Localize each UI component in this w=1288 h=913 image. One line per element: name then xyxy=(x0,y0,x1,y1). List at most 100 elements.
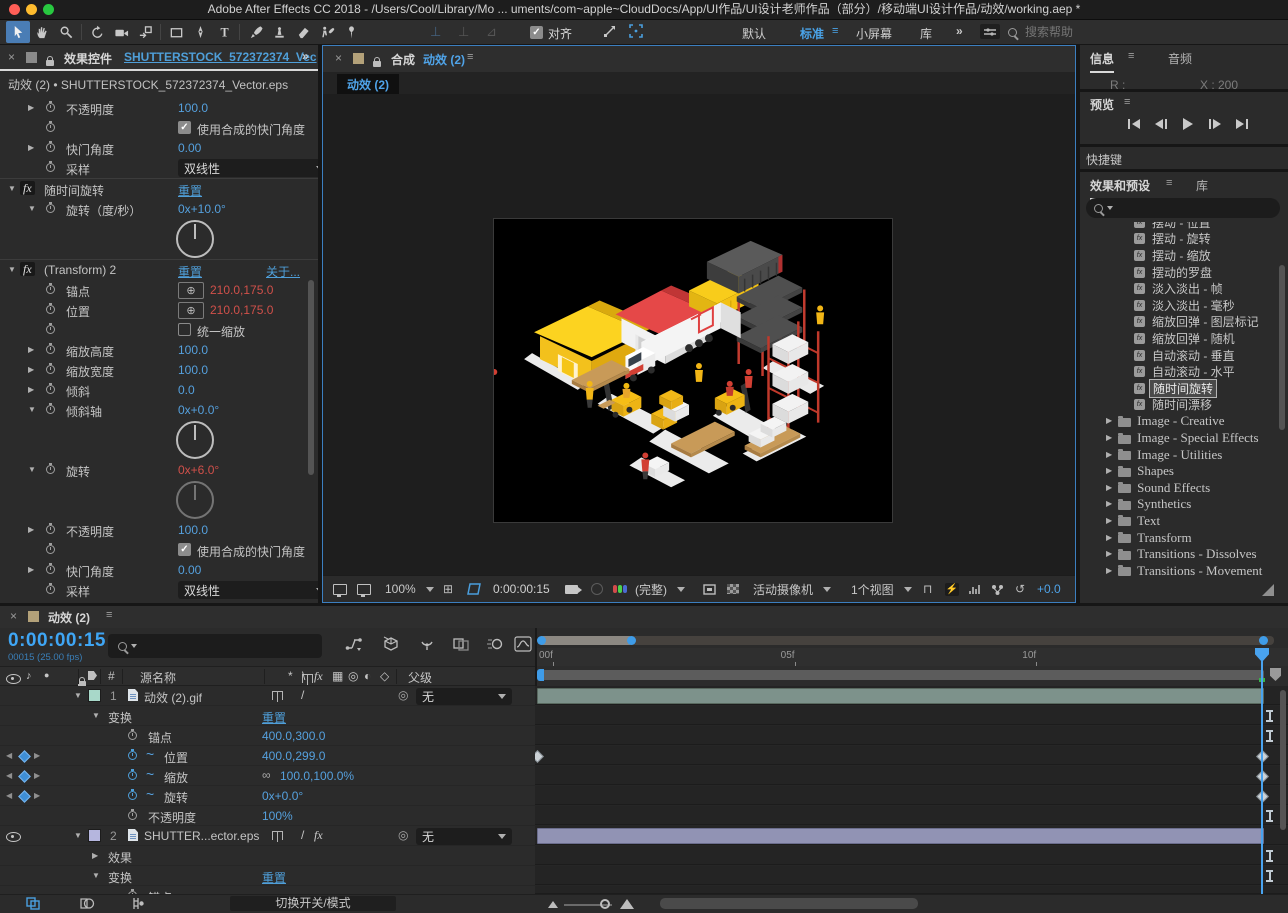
preset-item[interactable]: fx摆动 - 位置 xyxy=(1080,222,1288,231)
time-navigator-track[interactable] xyxy=(539,636,1274,645)
checkbox[interactable]: ✓ xyxy=(178,543,191,556)
parent-dropdown[interactable]: 无 xyxy=(416,688,512,705)
viewer-timecode[interactable]: 0:00:00:15 xyxy=(493,582,550,596)
close-panel-icon[interactable]: × xyxy=(8,50,15,64)
exposure-value[interactable]: +0.0 xyxy=(1037,582,1061,596)
row-track[interactable] xyxy=(535,726,1288,745)
row-track[interactable] xyxy=(535,686,1288,705)
expander-icon[interactable]: ▶ xyxy=(28,346,34,354)
next-keyframe-arrow[interactable]: ▶ xyxy=(34,791,40,800)
stopwatch-icon[interactable] xyxy=(46,385,55,394)
property-value[interactable]: 0.00 xyxy=(178,141,201,155)
channels-icon[interactable] xyxy=(613,585,627,593)
quality-switch-icon[interactable]: / xyxy=(301,828,304,842)
graph-toggle-icon[interactable]: ~ xyxy=(146,786,154,802)
viewer-tab[interactable]: 动效 (2) xyxy=(337,74,399,95)
stopwatch-icon[interactable] xyxy=(46,525,55,534)
fast-previews-icon[interactable]: ⚡ xyxy=(945,583,959,596)
work-area-start-handle[interactable] xyxy=(537,669,544,681)
last-frame-button[interactable] xyxy=(1230,116,1254,132)
timeline-search-input[interactable] xyxy=(139,638,303,654)
expander-icon[interactable]: ▶ xyxy=(28,366,34,374)
expander-icon[interactable]: ▼ xyxy=(28,205,36,213)
lock-icon[interactable] xyxy=(46,60,54,66)
expander-icon[interactable]: ▶ xyxy=(28,566,34,574)
stopwatch-icon[interactable] xyxy=(46,325,55,334)
expander-icon[interactable]: ▶ xyxy=(28,526,34,534)
layer-name[interactable]: 动效 (2).gif xyxy=(144,689,202,706)
stopwatch-icon[interactable] xyxy=(46,345,55,354)
region-of-interest-icon[interactable] xyxy=(467,583,481,595)
stopwatch-icon[interactable] xyxy=(128,791,137,800)
frame-blending-icon[interactable] xyxy=(452,636,470,655)
checkbox[interactable] xyxy=(178,323,191,336)
row-track[interactable] xyxy=(535,706,1288,725)
hand-tool[interactable] xyxy=(30,21,54,43)
panel-overflow-chevron[interactable]: » xyxy=(302,49,309,63)
stopwatch-icon[interactable] xyxy=(46,285,55,294)
row-track[interactable] xyxy=(535,826,1288,845)
stopwatch-icon[interactable] xyxy=(46,365,55,374)
reset-link[interactable]: 重置 xyxy=(262,869,286,886)
stopwatch-icon[interactable] xyxy=(46,143,55,152)
tab-library[interactable]: 库 xyxy=(1196,177,1208,194)
stopwatch-icon[interactable] xyxy=(46,305,55,314)
local-axis-mode-icon[interactable]: ⊥ xyxy=(430,24,441,40)
workspace-default[interactable]: 默认 xyxy=(742,25,766,42)
panel-title[interactable]: 效果控件 xyxy=(64,50,112,67)
workspace-menu-icon[interactable]: ≡ xyxy=(832,25,838,37)
panel-title[interactable]: 合成 xyxy=(391,51,415,68)
layer-name[interactable]: SHUTTER...ector.eps xyxy=(144,829,259,843)
stopwatch-icon[interactable] xyxy=(128,731,137,740)
about-link[interactable]: 关于... xyxy=(266,263,300,280)
toggle-switches-modes-button[interactable]: 切换开关/模式 xyxy=(230,896,396,911)
stopwatch-icon[interactable] xyxy=(46,163,55,172)
reset-link[interactable]: 重置 xyxy=(262,709,286,726)
property-value[interactable]: 0x+10.0° xyxy=(178,202,226,216)
workspace-library[interactable]: 库 xyxy=(920,25,932,42)
preset-folder[interactable]: ▶Transitions - Movement xyxy=(1080,562,1288,579)
property-value[interactable]: 210.0,175.0 xyxy=(210,303,273,317)
preset-folder[interactable]: ▶Shapes xyxy=(1080,463,1288,480)
playhead-line[interactable] xyxy=(1261,648,1263,894)
stopwatch-icon[interactable] xyxy=(46,465,55,474)
row-track[interactable] xyxy=(535,766,1288,785)
presets-search-input[interactable] xyxy=(1115,200,1269,216)
motion-blur-toggle-icon[interactable] xyxy=(80,897,95,913)
close-panel-icon[interactable]: × xyxy=(10,609,17,623)
shy-switch-icon[interactable] xyxy=(272,691,283,700)
expander-icon[interactable]: ▶ xyxy=(92,852,98,860)
preset-item[interactable]: fx摆动 - 缩放 xyxy=(1080,247,1288,264)
next-frame-button[interactable] xyxy=(1203,116,1227,132)
checkbox[interactable]: ✓ xyxy=(178,121,191,134)
brush-tool[interactable] xyxy=(243,21,267,43)
camera-tool[interactable] xyxy=(109,21,133,43)
add-remove-keyframe-diamond[interactable] xyxy=(18,750,31,763)
previous-keyframe-arrow[interactable]: ◀ xyxy=(6,771,12,780)
expander-icon[interactable]: ▶ xyxy=(1106,451,1112,459)
panel-target-name[interactable]: SHUTTERSTOCK_572372374_Vec xyxy=(124,50,317,64)
add-remove-keyframe-diamond[interactable] xyxy=(18,770,31,783)
expander-icon[interactable]: ▶ xyxy=(28,144,34,152)
stopwatch-icon[interactable] xyxy=(46,123,55,132)
eye-icon[interactable] xyxy=(6,832,21,842)
auto-keyframe-toggle-icon[interactable] xyxy=(130,897,145,913)
timeline-vertical-scrollbar[interactable] xyxy=(1280,690,1286,830)
shortcuts-title[interactable]: 快捷键 xyxy=(1086,151,1122,168)
timeline-tab-name[interactable]: 动效 (2) xyxy=(48,609,90,626)
preset-folder[interactable]: ▶Synthetics xyxy=(1080,496,1288,513)
previous-frame-button[interactable] xyxy=(1149,116,1173,132)
resolution-dropdown[interactable]: (完整) xyxy=(635,581,685,598)
preset-item[interactable]: fx随时间旋转 xyxy=(1080,380,1288,397)
preset-item[interactable]: fx缩放回弹 - 图层标记 xyxy=(1080,314,1288,331)
expander-icon[interactable]: ▶ xyxy=(1106,500,1112,508)
next-keyframe-arrow[interactable]: ▶ xyxy=(34,751,40,760)
panel-menu-icon[interactable]: ≡ xyxy=(1128,50,1134,62)
pen-tool[interactable] xyxy=(188,21,212,43)
composition-viewport[interactable] xyxy=(323,94,1075,578)
keyframe-diamond[interactable] xyxy=(535,750,544,763)
timeline-search-box[interactable] xyxy=(108,634,322,658)
workspace-switcher-icon[interactable] xyxy=(980,24,1000,39)
property-value[interactable]: 100% xyxy=(262,809,293,823)
add-remove-keyframe-diamond[interactable] xyxy=(18,790,31,803)
